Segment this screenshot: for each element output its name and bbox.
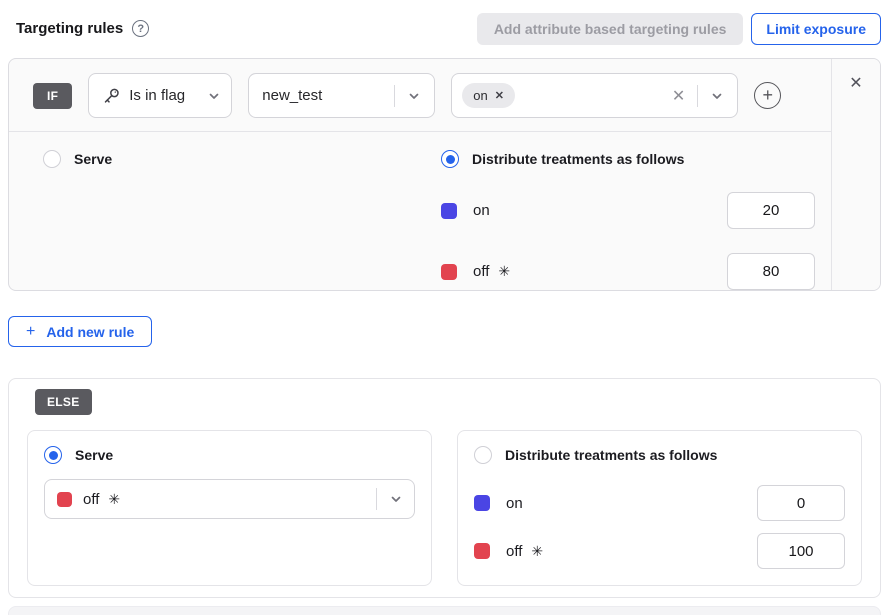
treatment-percent-input[interactable] [757,533,845,569]
default-treatment-icon: ✳ [498,263,510,280]
page-title: Targeting rules [16,20,123,37]
serve-radio[interactable] [43,150,61,168]
treatment-name: off [506,543,522,560]
treatment-off-swatch [57,492,72,507]
treatment-tag-label: on [473,88,487,103]
add-new-rule-button[interactable]: + Add new rule [8,316,152,347]
else-distribute-radio-label: Distribute treatments as follows [505,447,717,463]
treatment-tag: on ✕ [462,83,515,108]
add-new-rule-label: Add new rule [46,324,134,340]
add-attribute-rules-button[interactable]: Add attribute based targeting rules [477,13,744,45]
else-panels: Serve off ✳ Distribute treatments as fol… [27,430,862,586]
limit-exposure-button[interactable]: Limit exposure [751,13,881,45]
treatment-on-swatch [441,203,457,219]
treatment-off-swatch [441,264,457,280]
treatment-multi-select[interactable]: on ✕ ✕ [451,73,738,118]
serve-option: Serve [43,150,441,290]
rule-condition-row: IF Is in flag new_test [9,59,831,131]
if-badge: IF [33,83,72,109]
header: Targeting rules ? Add attribute based ta… [0,0,893,55]
treatment-percent-input[interactable] [727,253,815,290]
else-serve-radio[interactable] [44,446,62,464]
header-actions: Add attribute based targeting rules Limi… [477,13,881,45]
delete-rule-icon[interactable]: ✕ [849,76,862,290]
rule-main: IF Is in flag new_test [9,59,831,290]
chevron-down-icon [404,89,424,103]
flag-select-value: new_test [262,87,322,104]
plus-icon: + [26,323,35,341]
treatment-name: on [473,202,490,219]
select-divider [376,488,377,510]
treatment-row: off ✳ [474,533,845,569]
default-treatment-icon: ✳ [531,543,543,560]
treatment-row: on [474,485,845,521]
treatment-on-swatch [474,495,490,511]
distribute-radio-label: Distribute treatments as follows [472,151,684,167]
distribute-radio[interactable] [441,150,459,168]
else-serve-select-value: off [83,491,99,508]
select-divider [394,85,395,107]
select-divider [697,85,698,107]
key-icon [102,87,120,105]
treatment-name: on [506,495,523,512]
default-treatment-icon: ✳ [108,491,120,508]
distribute-option: Distribute treatments as follows on off … [441,150,831,290]
treatment-percent-input[interactable] [727,192,815,229]
next-section-edge [8,606,881,615]
help-icon[interactable]: ? [132,20,149,37]
else-rule-card: ELSE Serve off ✳ Distribute treatments [8,378,881,598]
matcher-select-value: Is in flag [129,87,185,104]
matcher-select[interactable]: Is in flag [88,73,232,118]
targeting-rule-card: IF Is in flag new_test [8,58,881,291]
flag-select[interactable]: new_test [248,73,435,118]
rule-aside: ✕ [831,59,880,290]
else-distribute-panel: Distribute treatments as follows on off … [457,430,862,586]
treatment-off-swatch [474,543,490,559]
chevron-down-icon [204,89,224,103]
treatment-percent-input[interactable] [757,485,845,521]
serve-radio-label: Serve [74,151,112,167]
chevron-down-icon [707,89,727,103]
else-serve-panel: Serve off ✳ [27,430,432,586]
else-serve-radio-label: Serve [75,447,113,463]
treatment-row: off ✳ [441,253,831,290]
add-condition-button[interactable]: + [754,82,781,109]
else-serve-select[interactable]: off ✳ [44,479,415,519]
else-distribute-radio[interactable] [474,446,492,464]
rule-body: Serve Distribute treatments as follows o… [9,132,831,290]
treatment-row: on [441,192,831,229]
tag-remove-icon[interactable]: ✕ [495,89,504,102]
chevron-down-icon [386,492,406,506]
else-badge: ELSE [35,389,92,415]
treatment-name: off [473,263,489,280]
clear-selection-icon[interactable]: ✕ [670,86,687,106]
